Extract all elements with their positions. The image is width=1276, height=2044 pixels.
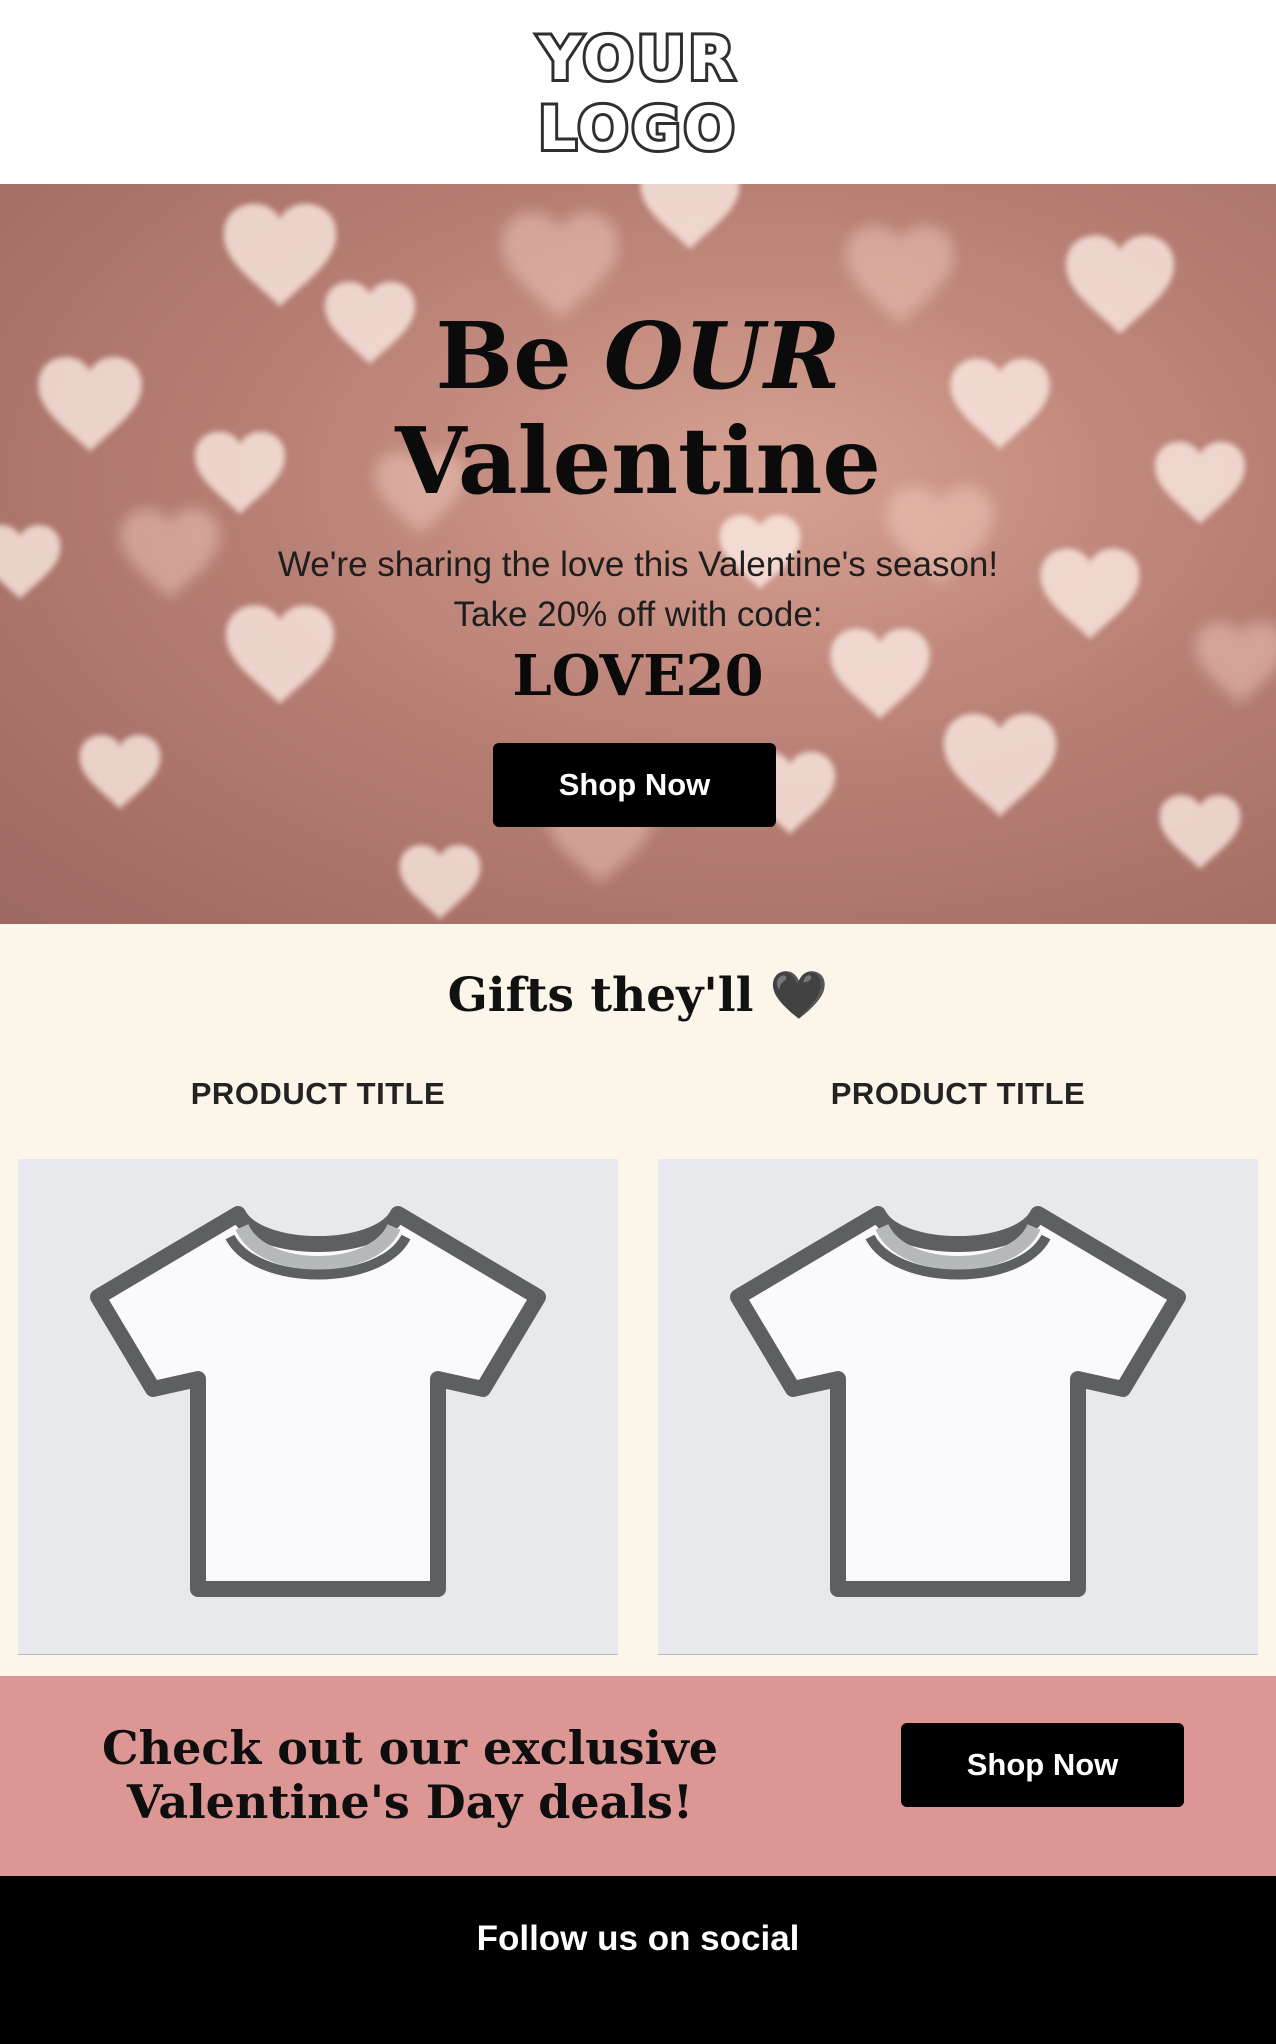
- hero-subtitle-1: We're sharing the love this Valentine's …: [277, 545, 999, 584]
- hero-shop-now-button[interactable]: Shop Now: [493, 743, 776, 827]
- black-heart-icon: 🖤: [769, 968, 829, 1023]
- logo-line-1: YOUR: [535, 21, 738, 97]
- hero-subtitle-2: Take 20% off with code:: [453, 595, 823, 634]
- product-image-1[interactable]: [18, 1159, 618, 1655]
- hero-title-part1: Be: [435, 302, 604, 410]
- tshirt-icon: [90, 1206, 546, 1597]
- cta-shop-now-button[interactable]: Shop Now: [901, 1723, 1184, 1807]
- gifts-heading-text: Gifts they'll: [447, 968, 754, 1023]
- cta-text-line-1: Check out our exclusive: [102, 1721, 718, 1775]
- header: YOUR LOGO: [0, 0, 1276, 184]
- footer: Follow us on social: [0, 1876, 1276, 2044]
- cta-text: Check out our exclusive Valentine's Day …: [60, 1721, 760, 1829]
- cta-section: Check out our exclusive Valentine's Day …: [0, 1676, 1276, 1876]
- hero-banner: Be OUR Valentine We're sharing the love …: [0, 184, 1276, 924]
- hero-title-emphasis: OUR: [603, 302, 841, 410]
- hero-title-line-1: Be OUR: [0, 304, 1276, 408]
- tshirt-icon: [730, 1206, 1186, 1597]
- footer-social-text: Follow us on social: [476, 1919, 800, 1958]
- logo[interactable]: YOUR LOGO: [0, 21, 1276, 167]
- product-title-1[interactable]: PRODUCT TITLE: [18, 1074, 618, 1114]
- cta-text-line-2: Valentine's Day deals!: [126, 1775, 694, 1829]
- gifts-heading: Gifts they'll 🖤: [0, 966, 1276, 1026]
- logo-line-2: LOGO: [535, 91, 738, 167]
- product-image-2[interactable]: [658, 1159, 1258, 1655]
- gifts-section: Gifts they'll 🖤 PRODUCT TITLE PRODUCT TI…: [0, 924, 1276, 1676]
- email-page: YOUR LOGO Be OUR Valentine We're sharing…: [0, 0, 1276, 2044]
- hero-title-line-2: Valentine: [395, 407, 881, 515]
- promo-code: LOVE20: [512, 643, 764, 709]
- product-title-2[interactable]: PRODUCT TITLE: [658, 1074, 1258, 1114]
